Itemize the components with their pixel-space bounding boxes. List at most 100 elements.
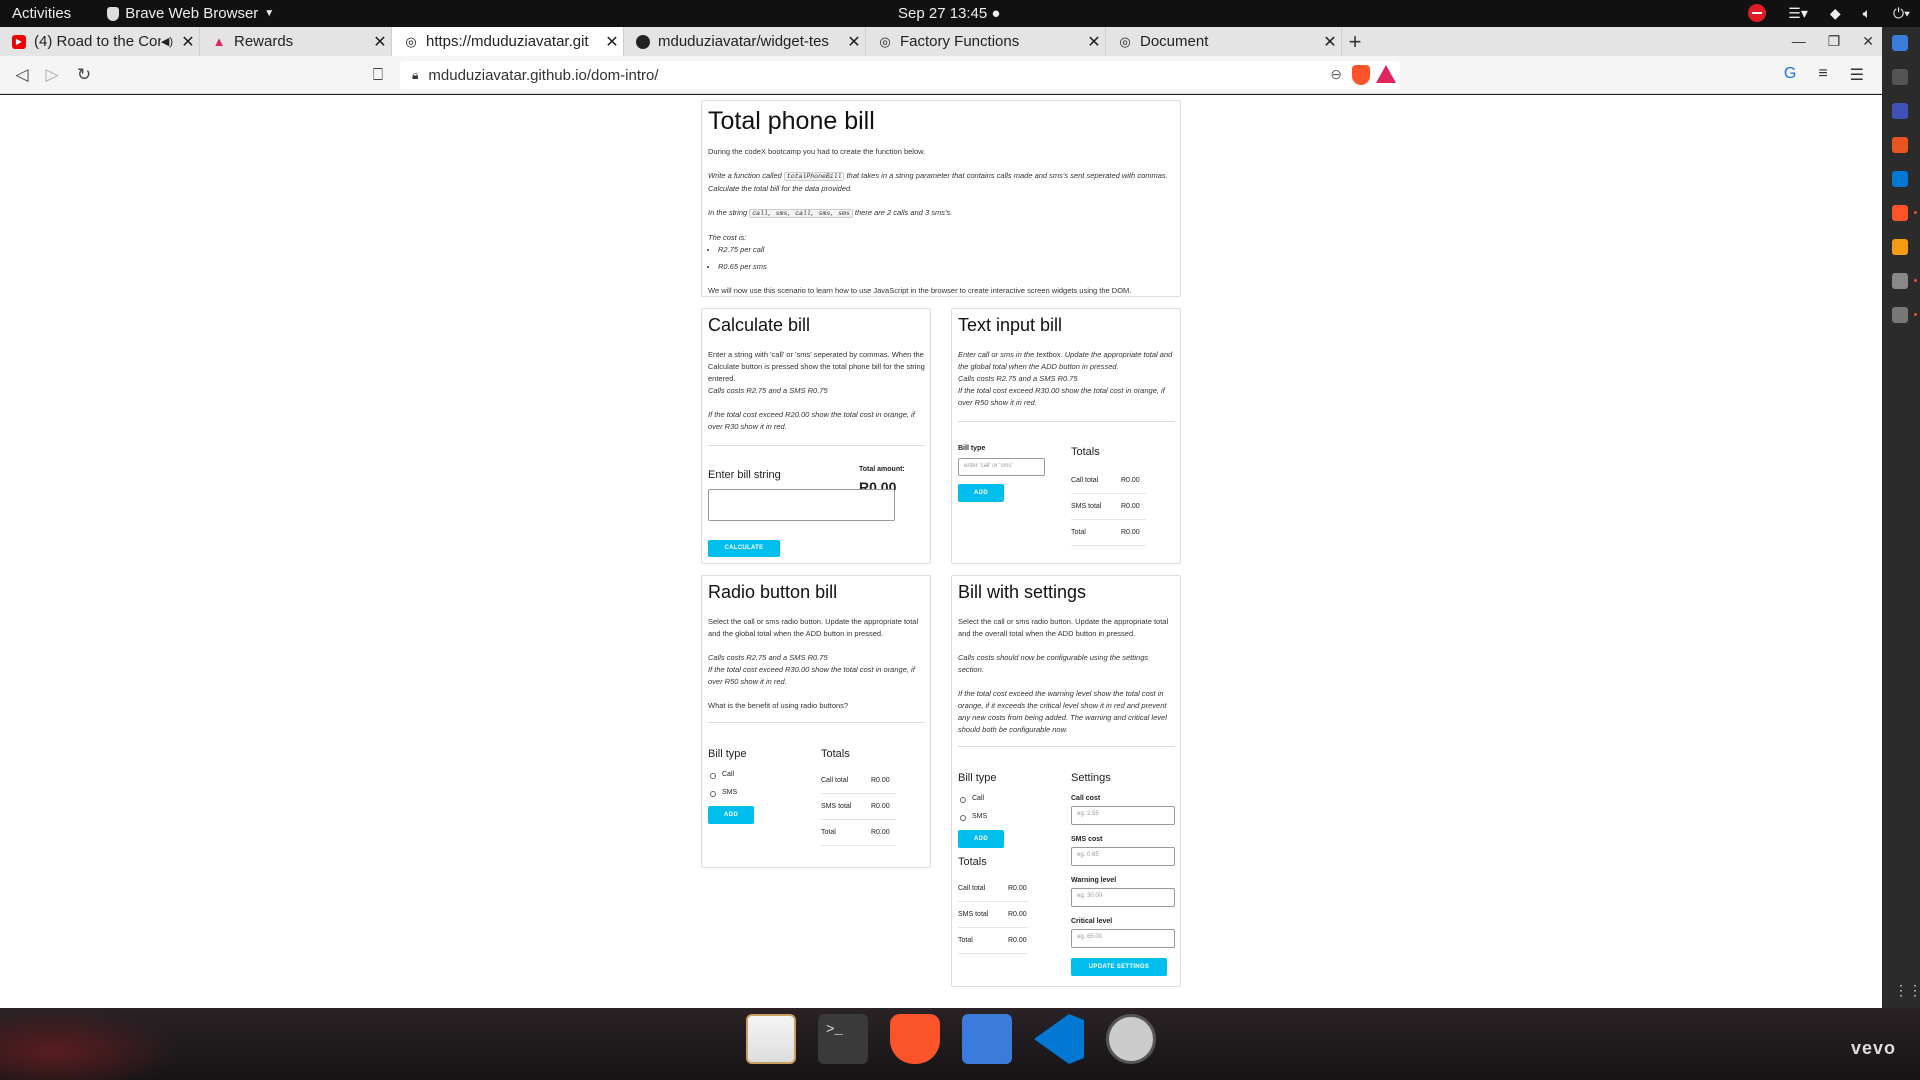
divider (958, 901, 1028, 902)
address-bar[interactable]: 🔒︎ mduduziavatar.github.io/dom-intro/ ⊖ (400, 61, 1400, 89)
close-icon[interactable]: ✕ (601, 32, 623, 52)
minimize-icon[interactable]: — (1792, 27, 1806, 56)
card-title: Calculate bill (708, 315, 811, 335)
card-body: Enter call or sms in the textbox. Update… (958, 349, 1176, 409)
close-window-icon[interactable]: ✕ (1862, 27, 1874, 56)
screenshot-icon[interactable] (1106, 1014, 1156, 1064)
close-icon[interactable]: ✕ (1319, 32, 1341, 52)
caret-down-icon: ▼ (264, 8, 275, 19)
app-name: Brave Web Browser (125, 5, 259, 22)
card-title: Radio button bill (708, 582, 838, 602)
tab-title: mduduziavatar/widget-tes (658, 33, 829, 50)
call-total-label: Call total (958, 885, 986, 892)
critical-level-input[interactable]: eg. 65.00 (1071, 929, 1175, 948)
sms-total-value: R0.00 (1121, 503, 1140, 510)
brave-shields-icon[interactable] (1352, 65, 1370, 85)
radio-sms[interactable] (960, 815, 966, 821)
close-icon[interactable]: ✕ (369, 32, 391, 52)
bill-type-label: Bill type (708, 748, 747, 760)
forward-icon[interactable]: ▷ (42, 65, 62, 85)
media-queue-icon[interactable]: ≡ (1818, 65, 1827, 85)
window-controls: — ❐ ✕ (1792, 27, 1874, 56)
total-value: R0.00 (1121, 529, 1140, 536)
zoom-icon[interactable]: ⊖ (1330, 66, 1342, 83)
calculate-button[interactable]: CALCULATE (708, 540, 780, 557)
add-button[interactable]: ADD (708, 806, 754, 824)
brave-icon[interactable] (890, 1014, 940, 1064)
input-label: Enter bill string (708, 469, 781, 481)
threshold-text: If the total cost exceed R30.00 show the… (708, 665, 915, 686)
terminal-icon[interactable] (1892, 69, 1908, 85)
activities-button[interactable]: Activities (12, 5, 71, 22)
brave-icon[interactable] (1892, 205, 1908, 221)
notes-icon[interactable] (1892, 35, 1908, 51)
radio-button-bill-card: Radio button bill Select the call or sms… (701, 575, 931, 868)
critical-level-label: Critical level (1071, 918, 1113, 925)
update-settings-button[interactable]: UPDATE SETTINGS (1071, 958, 1167, 976)
tab-title: (4) Road to the Convent (34, 33, 161, 50)
total-phone-bill-card: Total phone bill During the codeX bootca… (701, 100, 1181, 297)
do-not-disturb-icon[interactable] (1748, 4, 1767, 22)
reload-icon[interactable]: ↻ (74, 65, 94, 85)
files-icon[interactable] (962, 1014, 1012, 1064)
warning-level-input[interactable]: eg. 30.00 (1071, 888, 1175, 907)
screenshot-icon[interactable] (1892, 273, 1908, 289)
system-tray[interactable]: ☰▾ ◆ 🔈︎ ⏻▾ (1748, 4, 1910, 22)
speaker-icon[interactable]: ◀︎) (161, 35, 173, 48)
app-menu[interactable]: Brave Web Browser ▼ (107, 5, 274, 22)
add-button[interactable]: ADD (958, 484, 1004, 502)
calculate-bill-card: Calculate bill Enter a string with 'call… (701, 308, 931, 564)
close-icon[interactable]: ✕ (1083, 32, 1105, 52)
brave-rewards-icon[interactable] (1376, 65, 1396, 83)
tab-dom-intro[interactable]: ◎ https://mduduziavatar.git ✕ (392, 27, 624, 56)
new-tab-button[interactable]: + (1342, 27, 1368, 56)
bill-string-textarea[interactable] (708, 489, 895, 521)
tab-github[interactable]: mduduziavatar/widget-tes ✕ (624, 27, 866, 56)
input-menu-icon[interactable]: ☰▾ (1788, 5, 1808, 22)
github-icon (636, 34, 650, 49)
tab-document[interactable]: ◎ Document ✕ (1106, 27, 1342, 56)
tab-factory-functions[interactable]: ◎ Factory Functions ✕ (866, 27, 1106, 56)
tab-rewards[interactable]: ▲ Rewards ✕ (200, 27, 392, 56)
cost-text: Calls costs R2.75 and a SMS R0.75 (708, 386, 828, 395)
add-button[interactable]: ADD (958, 830, 1004, 848)
volume-icon[interactable]: 🔈︎ (1863, 5, 1871, 22)
sms-cost-input[interactable]: eg. 0.65 (1071, 847, 1175, 866)
code-snippet: totalPhoneBill (783, 172, 845, 181)
sms-total-label: SMS total (958, 911, 989, 918)
bookmark-icon[interactable]: ⎕ (368, 65, 388, 85)
radio-call[interactable] (960, 797, 966, 803)
globe-icon: ◎ (1119, 33, 1131, 49)
vlc-icon[interactable] (1892, 239, 1908, 255)
clock[interactable]: Sep 27 13:45 ● (898, 5, 1000, 22)
app-icon[interactable] (1892, 137, 1908, 153)
lock-icon[interactable]: 🔒︎ (412, 68, 418, 83)
bill-type-input[interactable]: enter 'call' or 'sms' (958, 458, 1045, 476)
translate-icon[interactable]: G (1784, 65, 1796, 85)
total-label: Total (958, 937, 973, 944)
disk-icon[interactable] (1892, 307, 1908, 323)
show-apps-icon[interactable]: ⋮⋮ (1894, 982, 1920, 999)
close-icon[interactable]: ✕ (177, 32, 199, 52)
vscode-icon[interactable] (1034, 1014, 1084, 1064)
back-icon[interactable]: ◁ (12, 65, 32, 85)
close-icon[interactable]: ✕ (843, 32, 865, 52)
radio-sms-label: SMS (722, 789, 738, 796)
menu-icon[interactable]: ☰ (1850, 65, 1864, 85)
terminal-icon[interactable]: >_ (818, 1014, 868, 1064)
desc-text: Select the call or sms radio button. Upd… (958, 617, 1169, 638)
wifi-icon[interactable]: ◆ (1830, 5, 1841, 22)
vscode-icon[interactable] (1892, 171, 1908, 187)
tab-youtube[interactable]: ▶ (4) Road to the Convent ◀︎) ✕ (0, 27, 200, 56)
call-cost-input[interactable]: eg. 2.55 (1071, 806, 1175, 825)
radio-sms[interactable] (710, 791, 716, 797)
radio-call[interactable] (710, 773, 716, 779)
spreadsheet-icon[interactable] (746, 1014, 796, 1064)
gnome-top-bar: Activities Brave Web Browser ▼ Sep 27 13… (0, 0, 1920, 27)
wallpaper (0, 1008, 180, 1080)
divider (1071, 493, 1146, 494)
divider (958, 927, 1028, 928)
restore-icon[interactable]: ❐ (1828, 27, 1841, 56)
power-icon[interactable]: ⏻▾ (1893, 5, 1910, 22)
mail-icon[interactable] (1892, 103, 1908, 119)
